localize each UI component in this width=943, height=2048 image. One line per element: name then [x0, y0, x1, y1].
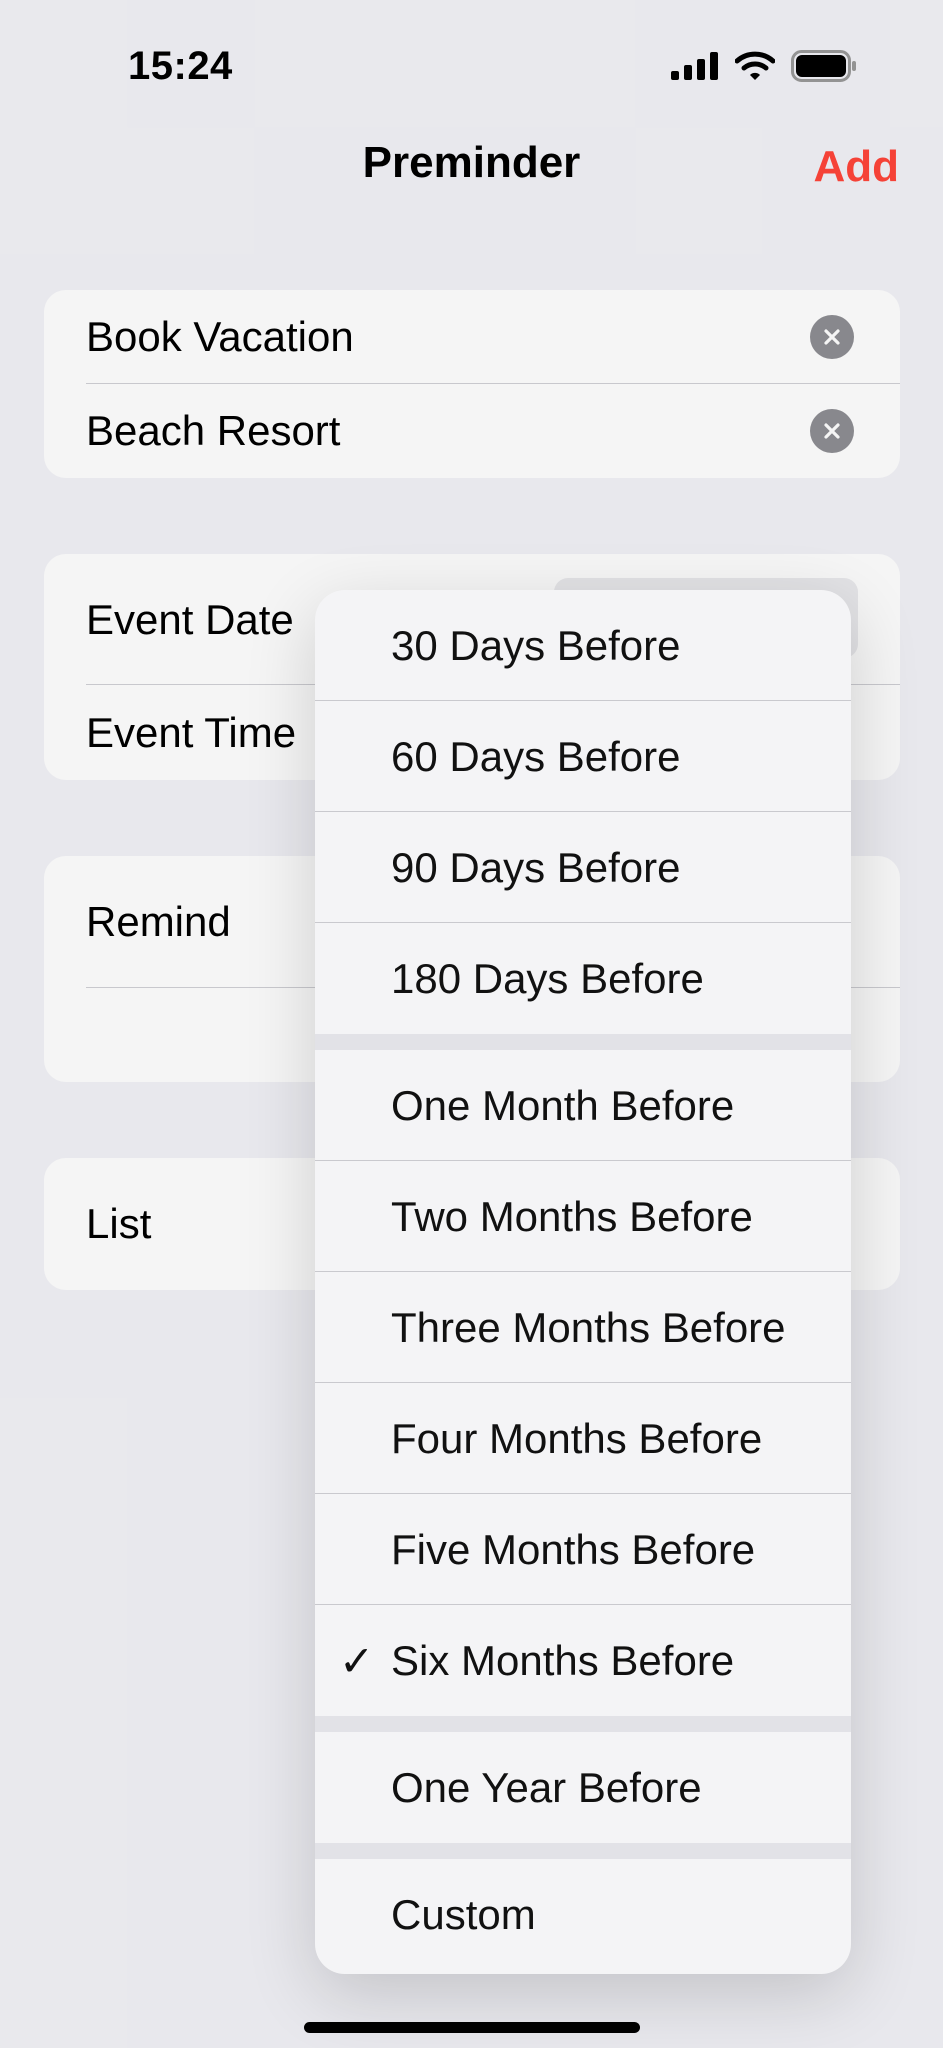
clear-title-button[interactable] [810, 315, 854, 359]
clear-icon [824, 329, 840, 345]
menu-item-90-days[interactable]: 90 Days Before [315, 812, 851, 923]
location-field-value: Beach Resort [86, 407, 341, 454]
wifi-icon [735, 51, 775, 80]
menu-item-two-months[interactable]: Two Months Before [315, 1161, 851, 1272]
list-label: List [86, 1200, 152, 1247]
title-field[interactable]: Book Vacation [44, 290, 900, 384]
menu-item-three-months[interactable]: Three Months Before [315, 1272, 851, 1383]
menu-separator [315, 1843, 851, 1859]
menu-item-custom[interactable]: Custom [315, 1859, 851, 1970]
remind-label: Remind [86, 898, 231, 945]
remind-options-menu: 30 Days Before 60 Days Before 90 Days Be… [315, 590, 851, 1974]
menu-item-five-months[interactable]: Five Months Before [315, 1494, 851, 1605]
cellular-signal-icon [671, 52, 718, 80]
battery-icon [791, 50, 856, 82]
menu-item-six-months[interactable]: ✓ Six Months Before [315, 1605, 851, 1716]
page-title: Preminder [362, 138, 581, 187]
menu-item-60-days[interactable]: 60 Days Before [315, 701, 851, 812]
menu-item-30-days[interactable]: 30 Days Before [315, 590, 851, 701]
menu-item-four-months[interactable]: Four Months Before [315, 1383, 851, 1494]
event-date-label: Event Date [86, 595, 294, 643]
menu-item-180-days[interactable]: 180 Days Before [315, 923, 851, 1034]
clear-location-button[interactable] [810, 409, 854, 453]
status-bar: 15:24 [0, 0, 943, 140]
event-time-label: Event Time [86, 708, 297, 756]
status-time: 15:24 [128, 44, 233, 88]
title-field-value: Book Vacation [86, 313, 354, 360]
clear-icon [824, 423, 840, 439]
menu-separator [315, 1716, 851, 1732]
menu-separator [315, 1034, 851, 1050]
add-button[interactable]: Add [813, 142, 899, 192]
menu-item-one-month[interactable]: One Month Before [315, 1050, 851, 1161]
home-indicator [304, 2022, 640, 2033]
title-card: Book Vacation Beach Resort [44, 290, 900, 478]
checkmark-icon: ✓ [339, 1637, 375, 1684]
location-field[interactable]: Beach Resort [44, 384, 900, 478]
menu-item-one-year[interactable]: One Year Before [315, 1732, 851, 1843]
